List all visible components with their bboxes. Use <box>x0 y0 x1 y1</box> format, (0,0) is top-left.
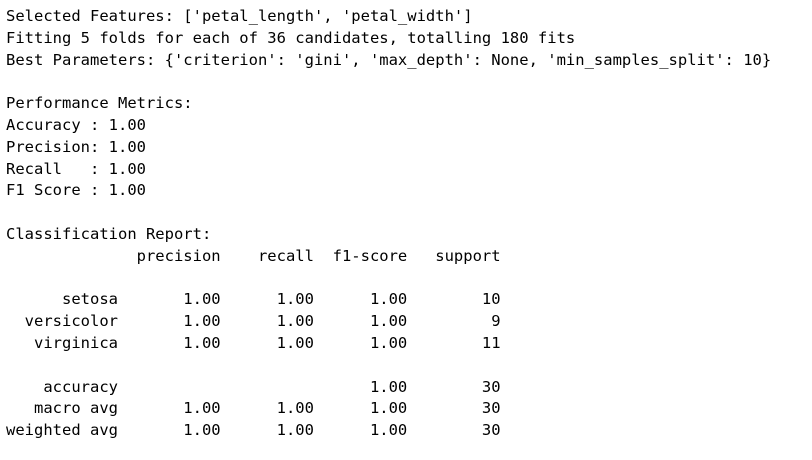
classification-report-heading: Classification Report: <box>6 224 212 243</box>
best-parameters-line: Best Parameters: {'criterion': 'gini', '… <box>6 50 772 69</box>
report-row-setosa: setosa 1.00 1.00 1.00 10 <box>6 290 501 309</box>
console-output: Selected Features: ['petal_length', 'pet… <box>0 0 812 442</box>
selected-features-line: Selected Features: ['petal_length', 'pet… <box>6 7 473 25</box>
f1-score-metric-line: F1 Score : 1.00 <box>6 181 146 200</box>
report-column-headers: precision recall f1-score support <box>6 246 501 265</box>
report-row-accuracy: accuracy 1.00 30 <box>6 377 501 396</box>
report-row-weighted-avg: weighted avg 1.00 1.00 1.00 30 <box>6 421 501 440</box>
report-row-macro-avg: macro avg 1.00 1.00 1.00 30 <box>6 399 501 418</box>
precision-metric-line: Precision: 1.00 <box>6 137 146 156</box>
recall-metric-line: Recall : 1.00 <box>6 159 146 178</box>
accuracy-metric-line: Accuracy : 1.00 <box>6 115 146 134</box>
performance-metrics-heading: Performance Metrics: <box>6 94 193 113</box>
fitting-folds-line: Fitting 5 folds for each of 36 candidate… <box>6 28 576 47</box>
report-row-versicolor: versicolor 1.00 1.00 1.00 9 <box>6 312 501 331</box>
report-row-virginica: virginica 1.00 1.00 1.00 11 <box>6 333 501 352</box>
